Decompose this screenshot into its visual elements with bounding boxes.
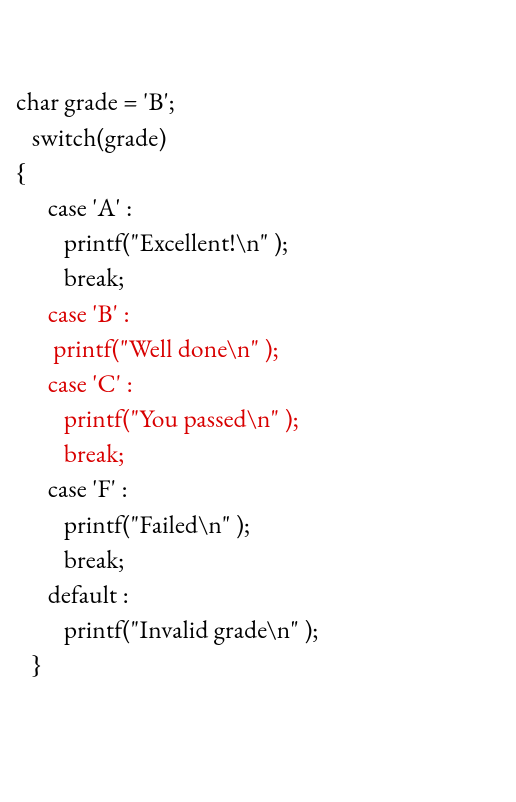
code-line: char grade = 'B'; <box>16 84 175 118</box>
code-line: printf("Failed\n" ); <box>16 507 250 541</box>
code-line: break; <box>16 542 124 576</box>
code-line: printf("Invalid grade\n" ); <box>16 612 319 646</box>
code-line: break; <box>16 260 124 294</box>
code-line: default : <box>16 577 129 611</box>
code-line: case 'F' : <box>16 471 128 505</box>
code-block: char grade = 'B'; switch(grade) { case '… <box>16 84 508 682</box>
code-line: printf("Excellent!\n" ); <box>16 225 288 259</box>
code-line: switch(grade) <box>16 120 167 154</box>
code-line: case 'A' : <box>16 190 133 224</box>
highlighted-case-b: case 'B' : <box>16 296 130 330</box>
code-line: } <box>16 647 42 681</box>
highlighted-break: break; <box>16 436 124 470</box>
highlighted-printf-well-done: printf("Well done\n" ); <box>16 331 279 365</box>
highlighted-printf-you-passed: printf("You passed\n" ); <box>16 401 299 435</box>
code-line: { <box>16 155 26 189</box>
highlighted-case-c: case 'C' : <box>16 366 133 400</box>
